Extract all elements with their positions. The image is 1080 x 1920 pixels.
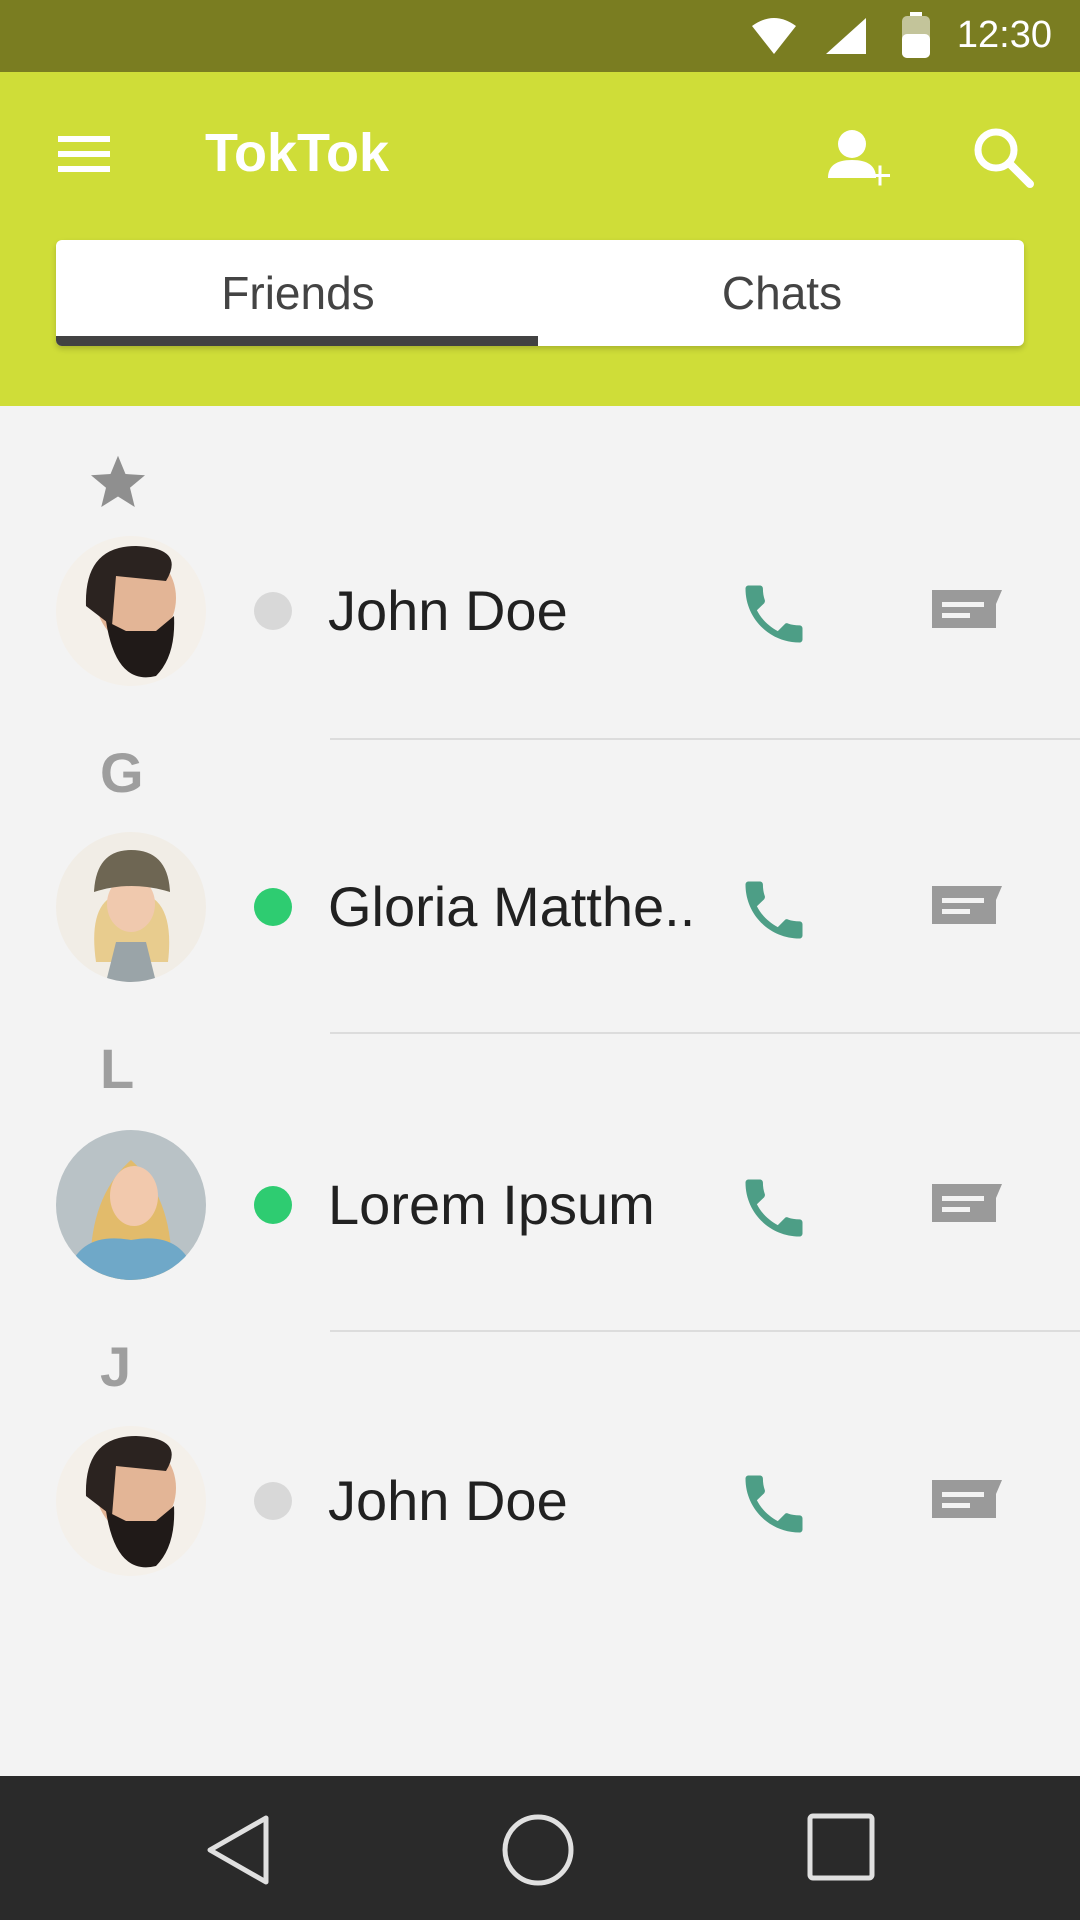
call-button[interactable] bbox=[736, 1466, 812, 1542]
message-button[interactable] bbox=[928, 580, 1008, 640]
phone-icon bbox=[745, 1475, 803, 1533]
tab-chats-label: Chats bbox=[721, 267, 843, 319]
contact-name: John Doe bbox=[328, 579, 568, 642]
avatar bbox=[56, 1426, 206, 1576]
home-icon[interactable] bbox=[500, 1812, 576, 1888]
tab-selected-indicator bbox=[56, 336, 538, 346]
system-nav-bar bbox=[0, 1776, 1080, 1920]
message-button[interactable] bbox=[928, 1174, 1008, 1234]
battery-icon bbox=[902, 12, 930, 58]
online-status-dot bbox=[254, 888, 292, 926]
call-button[interactable] bbox=[736, 576, 812, 652]
menu-icon bbox=[58, 136, 110, 172]
phone-icon bbox=[745, 1179, 803, 1237]
message-button[interactable] bbox=[928, 1470, 1008, 1530]
phone-icon bbox=[745, 585, 803, 643]
phone-icon bbox=[745, 881, 803, 939]
list-divider bbox=[330, 738, 1080, 740]
tab-friends-label: Friends bbox=[221, 267, 375, 319]
list-item[interactable]: John Doe bbox=[0, 1426, 1080, 1586]
message-icon bbox=[932, 1480, 1002, 1518]
call-button[interactable] bbox=[736, 872, 812, 948]
status-time: 12:30 bbox=[956, 14, 1052, 56]
star-icon bbox=[91, 455, 145, 507]
list-item[interactable]: Gloria Matthe.. bbox=[0, 832, 1080, 992]
offline-status-dot bbox=[254, 1482, 292, 1520]
online-status-dot bbox=[254, 1186, 292, 1224]
section-header-l: L bbox=[100, 1037, 135, 1100]
recents-icon[interactable] bbox=[806, 1812, 876, 1882]
tab-chats[interactable]: Chats bbox=[540, 240, 1024, 346]
message-button[interactable] bbox=[928, 876, 1008, 936]
tab-friends[interactable]: Friends bbox=[56, 240, 540, 346]
contact-name: John Doe bbox=[328, 1469, 568, 1532]
list-item[interactable]: Lorem Ipsum bbox=[0, 1130, 1080, 1290]
offline-status-dot bbox=[254, 592, 292, 630]
add-user-icon bbox=[828, 130, 890, 186]
search-button[interactable] bbox=[968, 122, 1040, 194]
menu-button[interactable] bbox=[52, 124, 116, 180]
contact-name: Lorem Ipsum bbox=[328, 1173, 655, 1236]
avatar bbox=[56, 1130, 206, 1280]
avatar bbox=[56, 536, 206, 686]
message-icon bbox=[932, 1184, 1002, 1222]
section-header-g: G bbox=[100, 741, 144, 804]
call-button[interactable] bbox=[736, 1170, 812, 1246]
add-friend-button[interactable] bbox=[820, 124, 892, 196]
contact-name: Gloria Matthe.. bbox=[328, 875, 696, 938]
message-icon bbox=[932, 590, 1002, 628]
list-divider bbox=[330, 1032, 1080, 1034]
wifi-icon bbox=[752, 18, 796, 54]
message-icon bbox=[932, 886, 1002, 924]
list-divider bbox=[330, 1330, 1080, 1332]
search-icon bbox=[974, 128, 1034, 188]
tab-bar: Friends Chats bbox=[56, 240, 1024, 346]
app-bar: TokTok Friends Chats bbox=[0, 72, 1080, 406]
back-icon[interactable] bbox=[202, 1812, 274, 1888]
section-header-j: J bbox=[100, 1335, 132, 1398]
cell-signal-icon bbox=[826, 18, 866, 54]
avatar bbox=[56, 832, 206, 982]
app-title: TokTok bbox=[205, 123, 389, 183]
list-item[interactable]: John Doe bbox=[0, 536, 1080, 696]
status-bar: 12:30 bbox=[0, 0, 1080, 72]
